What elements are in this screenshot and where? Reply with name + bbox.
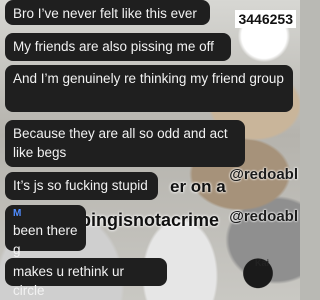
- background-caption-sticker: pingisnotacrime: [80, 210, 220, 230]
- chat-message-bubble[interactable]: Bro I’ve never felt like this ever: [5, 0, 210, 25]
- chat-message-bubble[interactable]: My friends are also pissing me off: [5, 33, 231, 61]
- chat-reply-bubble[interactable]: makes u rethink ur circle: [5, 258, 167, 298]
- chat-message-bubble[interactable]: It’s js so fucking stupid: [5, 172, 158, 200]
- message-text: My friends are also pissing me off: [13, 39, 214, 54]
- message-text: And I’m genuinely re thinking my friend …: [13, 71, 284, 86]
- background-number-sticker: 3446253: [235, 10, 296, 28]
- background-caption-sticker: er on a: [170, 177, 226, 196]
- background-ink-drawing: [238, 248, 278, 294]
- background-tag-text: Kai: [255, 258, 270, 268]
- chat-message-bubble[interactable]: And I’m genuinely re thinking my friend …: [5, 65, 293, 112]
- background-handle-sticker: @redoabl: [229, 208, 298, 225]
- message-text: been there g: [13, 223, 78, 257]
- message-text: Bro I’ve never felt like this ever: [13, 6, 197, 21]
- chat-reply-bubble[interactable]: M been there g: [5, 205, 86, 257]
- background-handle-sticker: @redoabl: [229, 166, 298, 183]
- message-text: It’s js so fucking stupid: [13, 178, 148, 193]
- sender-initial: M: [13, 208, 22, 219]
- message-text: Because they are all so odd and act like…: [13, 126, 228, 160]
- chat-message-bubble[interactable]: Because they are all so odd and act like…: [5, 120, 245, 167]
